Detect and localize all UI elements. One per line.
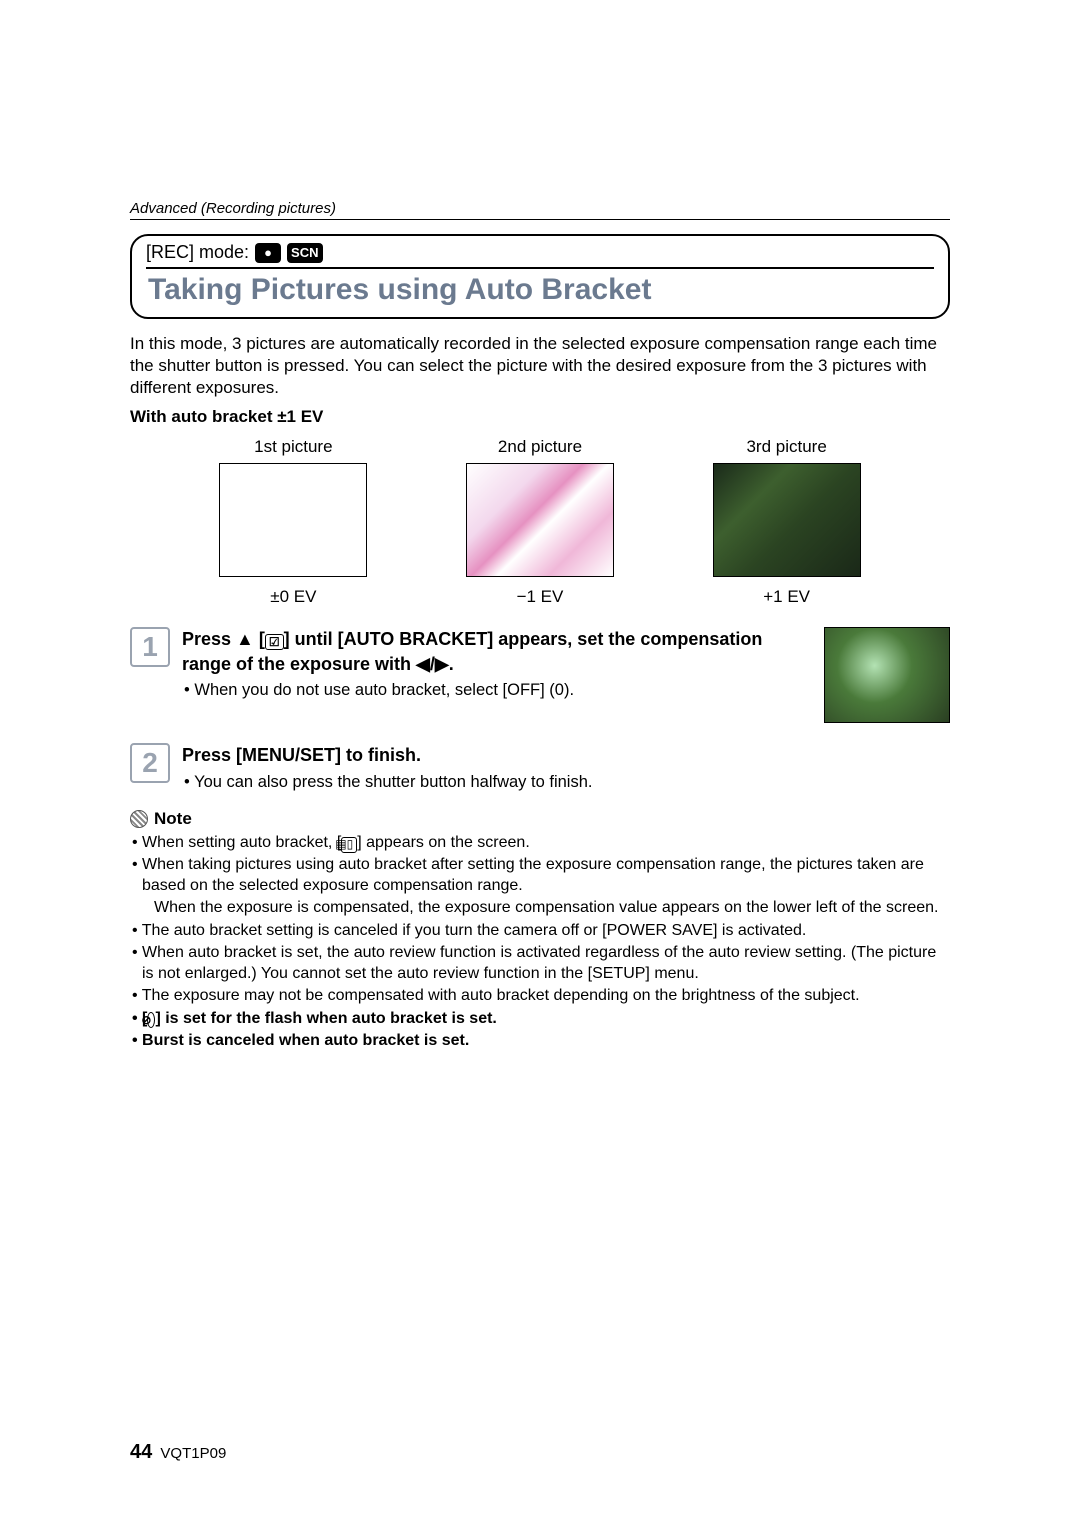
sample-3-label: 3rd picture [702, 437, 872, 457]
camera-mode-icon: ● [255, 243, 281, 263]
subhead: With auto bracket ±1 EV [130, 407, 950, 427]
rec-mode-row: [REC] mode: ● SCN [146, 242, 934, 263]
sample-1: 1st picture ±0 EV [208, 437, 378, 607]
step-1-title-pre: Press ▲ [ [182, 629, 265, 649]
note-6-post: ] is set for the flash when auto bracket… [155, 1010, 496, 1027]
note-heading: Note [130, 809, 950, 829]
doc-id: VQT1P09 [160, 1445, 226, 1462]
page-number: 44 [130, 1441, 152, 1463]
intro-text: In this mode, 3 pictures are automatical… [130, 333, 950, 399]
note-5: • The exposure may not be compensated wi… [130, 986, 950, 1006]
title-block: [REC] mode: ● SCN Taking Pictures using … [130, 234, 950, 319]
note-3: • The auto bracket setting is canceled i… [130, 921, 950, 941]
step-2-number: 2 [130, 743, 170, 783]
step-1-number: 1 [130, 627, 170, 667]
note-1-post: ] appears on the screen. [357, 834, 530, 851]
sample-1-image [219, 463, 367, 577]
exposure-comp-icon: ☑ [265, 634, 284, 650]
note-label: Note [154, 809, 192, 829]
note-2-sub-text: When the exposure is compensated, the ex… [154, 899, 938, 916]
page-footer: 44 VQT1P09 [130, 1441, 226, 1464]
section-header: Advanced (Recording pictures) [130, 200, 950, 220]
sample-2-label: 2nd picture [455, 437, 625, 457]
sample-2-image [466, 463, 614, 577]
sample-1-ev: ±0 EV [208, 587, 378, 607]
note-7: • Burst is canceled when auto bracket is… [130, 1031, 950, 1051]
step-1: 1 Press ▲ [☑] until [AUTO BRACKET] appea… [130, 627, 812, 705]
note-1-pre: When setting auto bracket, [ [142, 834, 341, 851]
note-6: • [⊘] is set for the flash when auto bra… [130, 1009, 950, 1029]
step-1-bullet: • When you do not use auto bracket, sele… [182, 680, 812, 701]
sample-3-image [713, 463, 861, 577]
divider [146, 267, 934, 269]
note-5-text: The exposure may not be compensated with… [142, 987, 860, 1004]
step-2-bullet-text: You can also press the shutter button ha… [194, 773, 592, 791]
scene-mode-icon: SCN [287, 243, 322, 263]
step-2: 2 Press [MENU/SET] to finish. • You can … [130, 743, 950, 797]
sample-3: 3rd picture +1 EV [702, 437, 872, 607]
note-7-text: Burst is canceled when auto bracket is s… [142, 1032, 469, 1049]
note-4-text: When auto bracket is set, the auto revie… [142, 944, 936, 981]
lcd-preview-image [824, 627, 950, 723]
sample-3-ev: +1 EV [702, 587, 872, 607]
step-2-title: Press [MENU/SET] to finish. [182, 743, 950, 767]
note-2-sub: When the exposure is compensated, the ex… [130, 898, 950, 918]
note-1: • When setting auto bracket, [▤▯] appear… [130, 833, 950, 853]
note-3-text: The auto bracket setting is canceled if … [142, 922, 807, 939]
step-1-bullet-text: When you do not use auto bracket, select… [194, 681, 574, 699]
note-2: • When taking pictures using auto bracke… [130, 855, 950, 896]
note-list: • When setting auto bracket, [▤▯] appear… [130, 833, 950, 1052]
step-1-title: Press ▲ [☑] until [AUTO BRACKET] appears… [182, 627, 812, 676]
sample-2: 2nd picture −1 EV [455, 437, 625, 607]
note-4: • When auto bracket is set, the auto rev… [130, 943, 950, 984]
note-2-text: When taking pictures using auto bracket … [142, 856, 924, 893]
page-title: Taking Pictures using Auto Bracket [148, 273, 934, 307]
sample-2-ev: −1 EV [455, 587, 625, 607]
step-2-bullet: • You can also press the shutter button … [182, 772, 950, 793]
note-icon [130, 810, 148, 828]
samples-row: 1st picture ±0 EV 2nd picture −1 EV 3rd … [170, 437, 910, 607]
rec-mode-label: [REC] mode: [146, 242, 249, 263]
sample-1-label: 1st picture [208, 437, 378, 457]
auto-bracket-icon: ▤▯ [341, 837, 357, 853]
